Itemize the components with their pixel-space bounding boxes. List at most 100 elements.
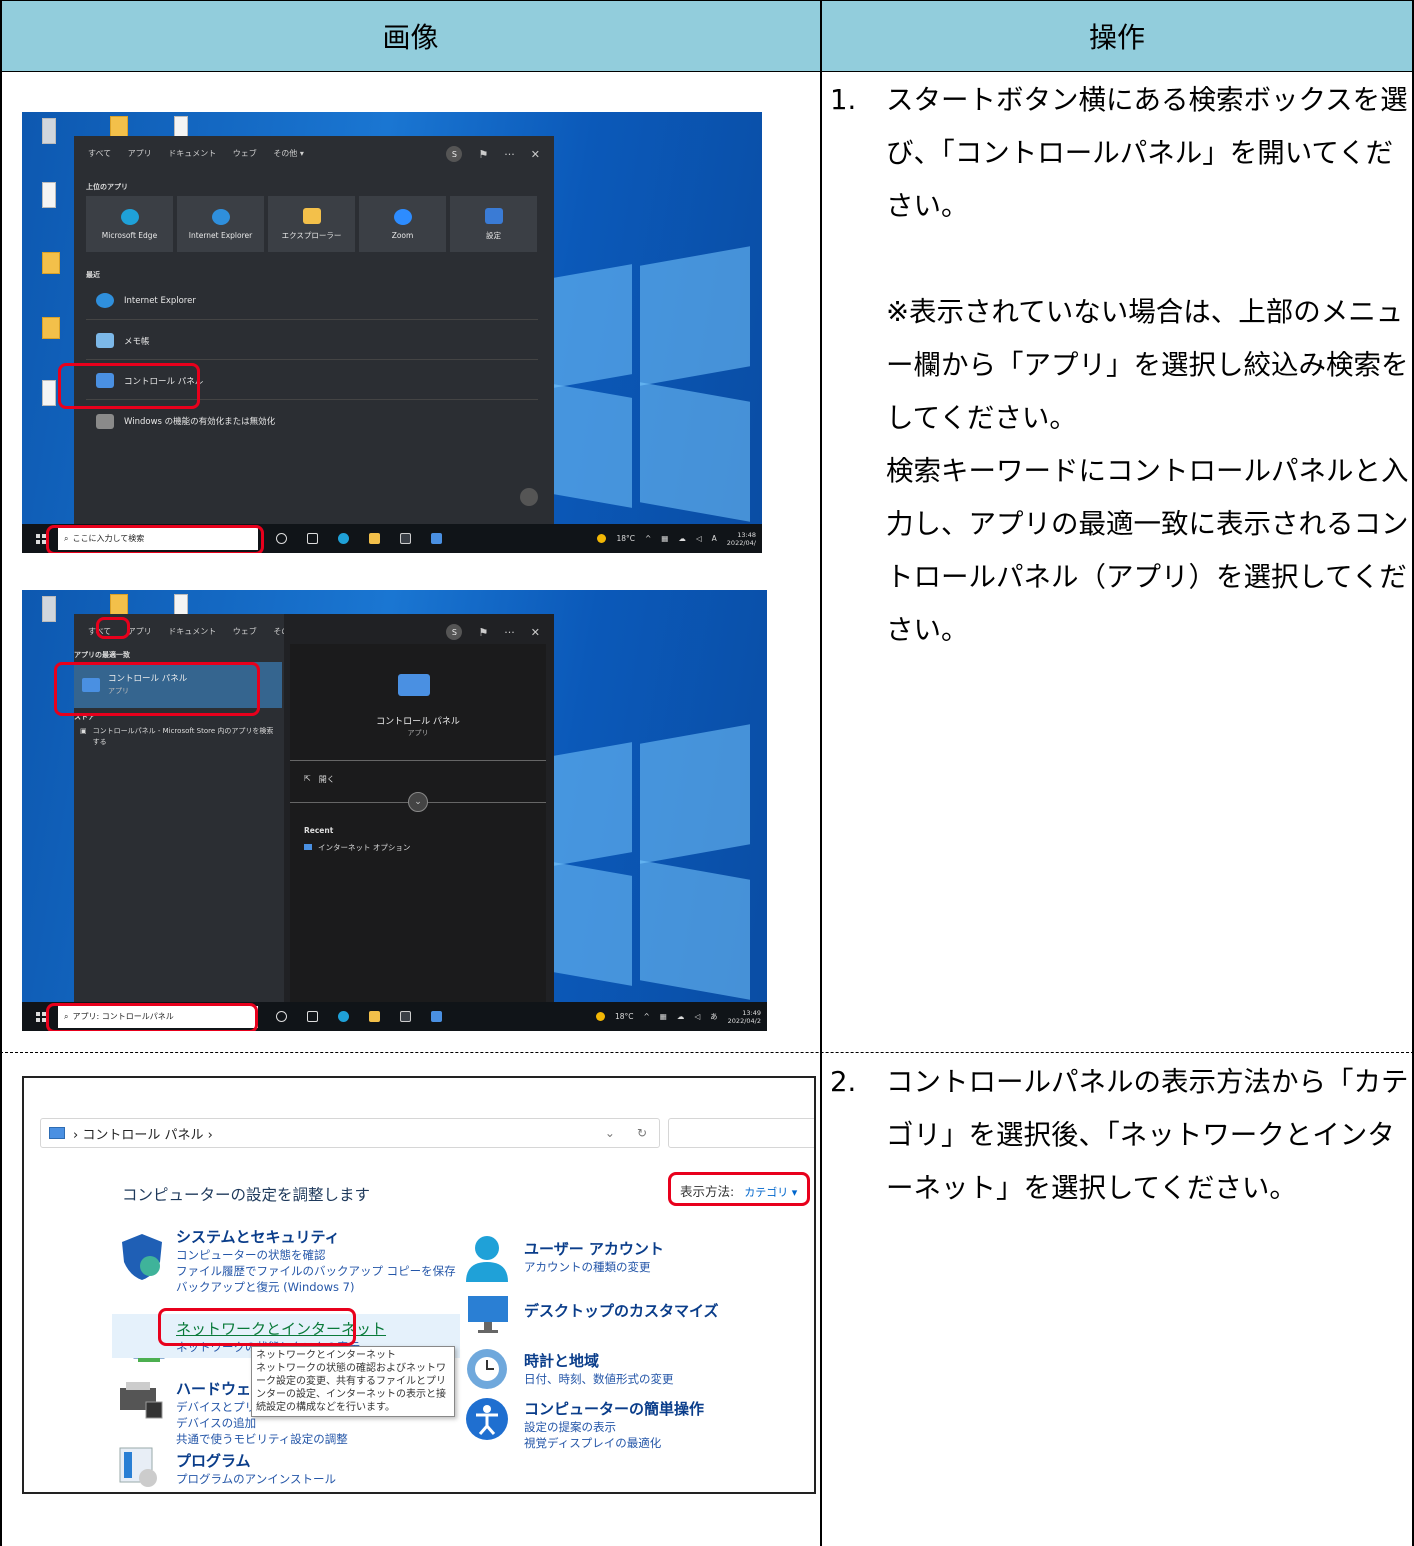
feedback-icon[interactable]: ⚑ [478, 148, 488, 161]
system-security-sub-2[interactable]: ファイル履歴でファイルのバックアップ コピーを保存 [176, 1263, 456, 1279]
recent-internet-options[interactable]: インターネット オプション [304, 842, 410, 853]
recycle-bin-icon[interactable] [42, 118, 56, 144]
more-icon[interactable]: ··· [504, 148, 515, 161]
edge-icon[interactable] [338, 1011, 349, 1022]
internet-explorer-icon [96, 293, 114, 308]
store-icon[interactable] [400, 533, 411, 544]
file-explorer-icon[interactable] [369, 1011, 380, 1022]
desktop-folder-icon-2[interactable] [42, 317, 60, 339]
tab-apps[interactable]: アプリ [128, 627, 152, 636]
hardware-sub-2[interactable]: デバイスの追加 [176, 1415, 348, 1431]
edge-icon[interactable] [338, 533, 349, 544]
tab-documents[interactable]: ドキュメント [168, 627, 216, 636]
recycle-bin-icon[interactable] [42, 596, 56, 622]
tile-zoom[interactable]: Zoom [359, 196, 446, 252]
network-icon[interactable]: ▦ [660, 1012, 667, 1021]
open-action[interactable]: ⇱ 開く [304, 774, 335, 785]
file-explorer-icon[interactable] [369, 533, 380, 544]
file-explorer-icon [302, 207, 321, 224]
user-accounts-sub-1[interactable]: アカウントの種類の変更 [524, 1259, 664, 1275]
desktop-file-icon[interactable] [42, 182, 56, 208]
store-result[interactable]: ▣ コントロールパネル - Microsoft Store 内のアプリを検索する [80, 726, 276, 748]
cortana-icon[interactable] [276, 533, 287, 544]
chevron-down-icon[interactable]: ⌄ [408, 792, 428, 812]
recent-item-ie[interactable]: Internet Explorer [86, 282, 538, 320]
tab-all[interactable]: すべて [88, 149, 111, 158]
more-icon[interactable]: ··· [504, 626, 515, 639]
chevron-up-icon[interactable]: ^ [645, 534, 651, 543]
control-panel-window: › コントロール パネル › ⌄ ↻ コンピューターの設定を調整します 表示方法:… [22, 1076, 816, 1494]
store-icon[interactable] [400, 1011, 411, 1022]
windows-start-icon[interactable] [36, 1011, 46, 1022]
folder-icon[interactable] [110, 594, 128, 616]
chevron-up-icon[interactable]: ^ [643, 1012, 649, 1021]
speaker-icon[interactable]: ◁ [696, 534, 702, 543]
page-title: コンピューターの設定を調整します [122, 1186, 371, 1204]
system-security-link[interactable]: システムとセキュリティ [176, 1226, 456, 1247]
desktop-folder-icon[interactable] [42, 252, 60, 274]
windows-start-icon[interactable] [36, 533, 46, 544]
clock-sub-1[interactable]: 日付、時刻、数値形式の変更 [524, 1371, 674, 1387]
ime-indicator[interactable]: あ [710, 1011, 718, 1022]
chevron-down-icon[interactable]: ⌄ [605, 1126, 615, 1140]
mail-icon[interactable] [431, 533, 442, 544]
tile-explorer[interactable]: エクスプローラー [268, 196, 355, 252]
tile-edge[interactable]: Microsoft Edge [86, 196, 173, 252]
desktop-link[interactable]: デスクトップのカスタマイズ [524, 1300, 719, 1321]
address-bar[interactable]: › コントロール パネル › ⌄ ↻ [40, 1118, 660, 1148]
cortana-icon[interactable] [276, 1011, 287, 1022]
close-icon[interactable]: ✕ [531, 626, 540, 639]
clock[interactable]: 13:48 2022/04/ [727, 531, 756, 547]
mail-icon[interactable] [431, 1011, 442, 1022]
clock-region-link[interactable]: 時計と地域 [524, 1350, 674, 1371]
header-image-column: 画像 [0, 0, 821, 72]
clock[interactable]: 13:49 2022/04/2 [728, 1009, 761, 1025]
tab-web[interactable]: ウェブ [233, 149, 257, 158]
system-security-sub-3[interactable]: バックアップと復元 (Windows 7) [176, 1279, 456, 1295]
network-icon[interactable]: ▦ [661, 534, 668, 543]
weather-icon[interactable] [597, 534, 607, 543]
onedrive-icon[interactable]: ☁ [677, 1012, 685, 1021]
avatar[interactable]: S [446, 146, 463, 162]
category-system-security: システムとセキュリティ コンピューターの状態を確認 ファイル履歴でファイルのバッ… [176, 1226, 456, 1295]
recent-item-notepad[interactable]: メモ帳 [86, 322, 538, 360]
tile-ie[interactable]: Internet Explorer [177, 196, 264, 252]
category-programs: プログラム プログラムのアンインストール [176, 1450, 336, 1487]
ime-indicator[interactable]: A [712, 534, 717, 543]
ease-sub-1[interactable]: 設定の提案の表示 [524, 1419, 704, 1435]
task-view-icon[interactable] [307, 533, 318, 544]
refresh-icon[interactable]: ↻ [637, 1126, 647, 1140]
tile-settings[interactable]: 設定 [450, 196, 537, 252]
search-input[interactable] [668, 1118, 814, 1148]
temperature[interactable]: 18°C [615, 1012, 634, 1021]
user-accounts-link[interactable]: ユーザー アカウント [524, 1238, 664, 1259]
open-icon: ⇱ [304, 774, 311, 783]
folder-icon[interactable] [110, 116, 128, 138]
programs-link[interactable]: プログラム [176, 1450, 336, 1471]
header-image-label: 画像 [382, 21, 439, 54]
ease-sub-2[interactable]: 視覚ディスプレイの最適化 [524, 1435, 704, 1451]
onedrive-icon[interactable]: ☁ [678, 534, 686, 543]
ease-of-access-link[interactable]: コンピューターの簡単操作 [524, 1398, 704, 1419]
tab-more[interactable]: その他 ▾ [273, 149, 304, 158]
tab-web[interactable]: ウェブ [233, 627, 257, 636]
programs-icon [116, 1444, 164, 1488]
tab-apps[interactable]: アプリ [128, 149, 152, 158]
close-icon[interactable]: ✕ [531, 148, 540, 161]
hardware-sub-3[interactable]: 共通で使うモビリティ設定の調整 [176, 1431, 348, 1447]
speaker-icon[interactable]: ◁ [694, 1012, 700, 1021]
task-view-icon[interactable] [307, 1011, 318, 1022]
weather-icon[interactable] [595, 1012, 605, 1021]
tab-documents[interactable]: ドキュメント [168, 149, 216, 158]
temperature[interactable]: 18°C [616, 534, 635, 543]
system-security-sub-1[interactable]: コンピューターの状態を確認 [176, 1247, 456, 1263]
feedback-icon[interactable]: ⚑ [478, 626, 488, 639]
category-user-accounts: ユーザー アカウント アカウントの種類の変更 [524, 1238, 664, 1275]
programs-sub-1[interactable]: プログラムのアンインストール [176, 1471, 336, 1487]
breadcrumb[interactable]: › コントロール パネル › [73, 1124, 213, 1143]
desktop-file-icon-2[interactable] [42, 380, 56, 406]
step-1-note: ※表示されていない場合は、上部のメニュー欄から「アプリ」を選択し絞込み検索をして… [886, 296, 1409, 434]
avatar[interactable]: S [446, 624, 463, 640]
focus-icon[interactable] [520, 488, 538, 506]
recent-item-text: インターネット オプション [318, 843, 411, 852]
